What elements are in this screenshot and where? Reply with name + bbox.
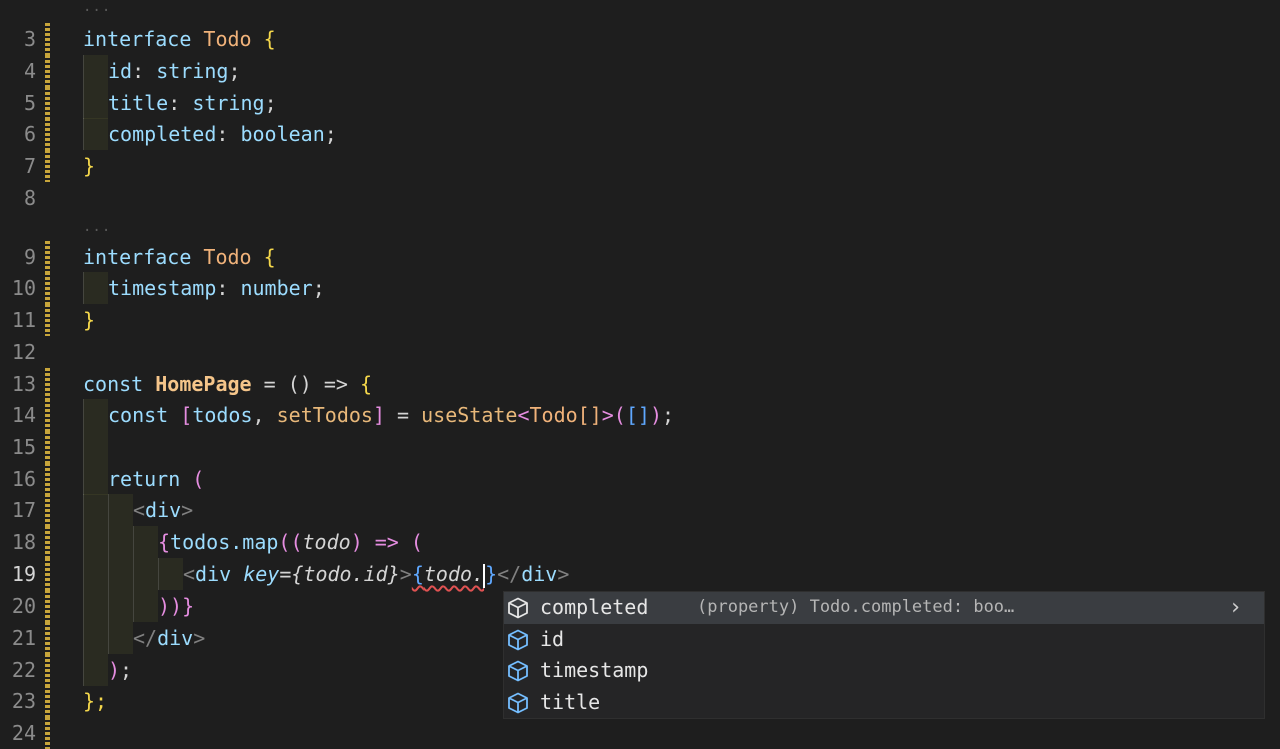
code-line[interactable]: 24: [0, 717, 1280, 749]
code-line[interactable]: 6 completed: boolean;: [0, 118, 1280, 150]
code-line[interactable]: 12: [0, 336, 1280, 368]
line-number: 16: [11, 467, 36, 491]
suggestion-item-id[interactable]: id: [504, 624, 1264, 656]
code-line[interactable]: 7 }: [0, 150, 1280, 182]
suggestion-item-timestamp[interactable]: timestamp: [504, 655, 1264, 687]
change-indicator[interactable]: [45, 272, 50, 304]
suggestion-label: timestamp: [540, 658, 649, 682]
code-line[interactable]: 15: [0, 431, 1280, 463]
change-indicator[interactable]: [45, 399, 50, 431]
code-line[interactable]: 4 id: string;: [0, 55, 1280, 87]
code-line[interactable]: 16 return (: [0, 463, 1280, 495]
line-number: 24: [11, 721, 36, 745]
code-editor[interactable]: ... ... 3 interface Todo { 4 id: string;…: [0, 0, 1280, 749]
code-line[interactable]: 14 const [todos, setTodos] = useState<To…: [0, 399, 1280, 431]
code-line[interactable]: 11 }: [0, 304, 1280, 336]
change-indicator[interactable]: [45, 685, 50, 717]
code-line[interactable]: 9 interface Todo {: [0, 241, 1280, 273]
change-indicator[interactable]: [45, 654, 50, 686]
change-indicator[interactable]: [45, 717, 50, 749]
change-indicator[interactable]: [45, 55, 50, 87]
change-indicator[interactable]: [45, 150, 50, 182]
chevron-right-icon[interactable]: ›: [1229, 592, 1242, 624]
line-number: 3: [23, 27, 36, 51]
change-indicator[interactable]: [45, 23, 50, 55]
change-indicator[interactable]: [45, 304, 50, 336]
change-indicator[interactable]: [45, 463, 50, 495]
change-indicator[interactable]: [45, 622, 50, 654]
line-number: 14: [11, 403, 36, 427]
line-number: 20: [11, 594, 36, 618]
change-indicator[interactable]: [45, 558, 50, 590]
line-number: 22: [11, 658, 36, 682]
line-number: 21: [11, 626, 36, 650]
property-cube-icon: [506, 628, 530, 652]
fold-marker[interactable]: ...: [83, 0, 111, 20]
autocomplete-suggest-widget[interactable]: completed (property) Todo.completed: boo…: [503, 591, 1265, 719]
line-number: 5: [23, 91, 36, 115]
change-indicator[interactable]: [45, 87, 50, 119]
line-number: 17: [11, 498, 36, 522]
change-indicator[interactable]: [45, 494, 50, 526]
line-number: 15: [11, 435, 36, 459]
line-number: 9: [23, 245, 36, 269]
code-line-current[interactable]: 19 <div key={todo.id}>{todo.}</div>: [0, 558, 1280, 590]
code-line[interactable]: 3 interface Todo {: [0, 23, 1280, 55]
property-cube-icon: [506, 691, 530, 715]
code-line[interactable]: 10 timestamp: number;: [0, 272, 1280, 304]
change-indicator[interactable]: [45, 590, 50, 622]
line-number: 8: [23, 186, 36, 210]
line-number: 23: [11, 689, 36, 713]
change-indicator[interactable]: [45, 241, 50, 273]
suggestion-label: title: [540, 689, 601, 714]
code-line[interactable]: 17 <div>: [0, 494, 1280, 526]
suggestion-item-completed[interactable]: completed (property) Todo.completed: boo…: [504, 592, 1264, 624]
change-indicator[interactable]: [45, 526, 50, 558]
suggestion-item-title[interactable]: title: [504, 687, 1264, 719]
change-indicator[interactable]: [45, 118, 50, 150]
line-number: 4: [23, 59, 36, 83]
fold-marker[interactable]: ...: [83, 220, 111, 240]
change-indicator[interactable]: [45, 431, 50, 463]
line-number: 7: [23, 154, 36, 178]
line-number: 11: [11, 308, 36, 332]
suggestion-label: completed: [540, 595, 649, 619]
code-line[interactable]: 18 {todos.map((todo) => (: [0, 526, 1280, 558]
line-number: 12: [11, 340, 36, 364]
suggestion-detail: (property) Todo.completed: boo…: [697, 597, 1015, 617]
property-cube-icon: [506, 659, 530, 683]
suggestion-label: id: [540, 626, 565, 651]
line-number: 18: [11, 530, 36, 554]
change-indicator[interactable]: [45, 368, 50, 400]
code-line[interactable]: 8: [0, 182, 1280, 214]
code-line[interactable]: 13 const HomePage = () => {: [0, 368, 1280, 400]
line-number: 10: [11, 276, 36, 300]
line-number: 13: [11, 372, 36, 396]
property-cube-icon: [506, 596, 530, 620]
line-number: 19: [11, 562, 36, 586]
code-line[interactable]: 5 title: string;: [0, 87, 1280, 119]
line-number: 6: [23, 122, 36, 146]
